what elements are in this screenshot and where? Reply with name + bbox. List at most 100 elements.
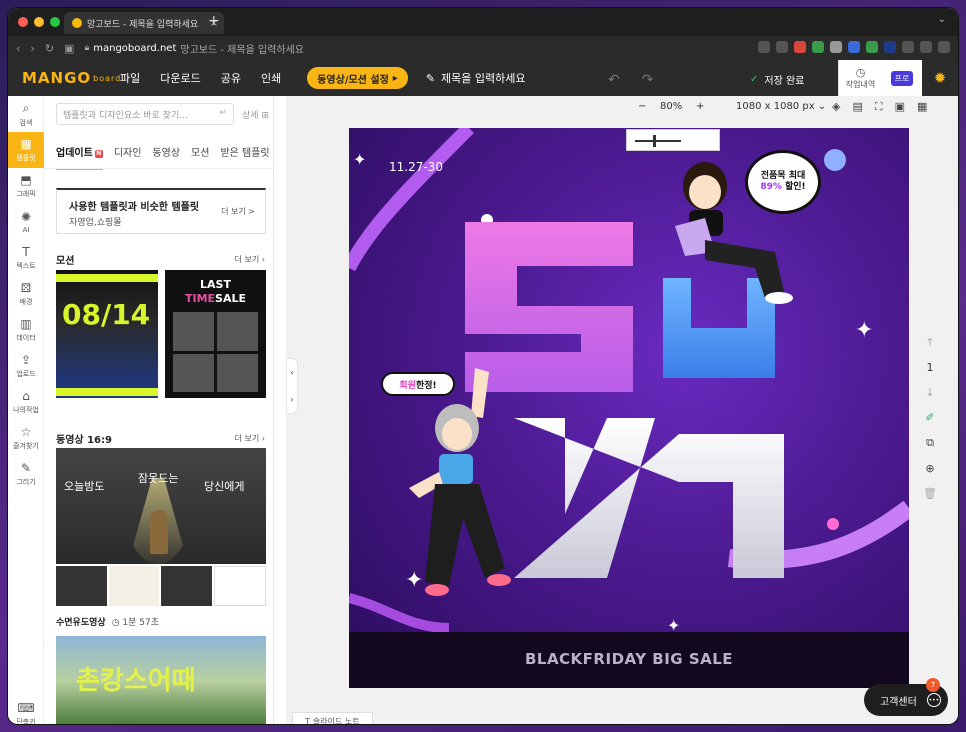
delete-page-icon[interactable]: 🗑︎ — [923, 487, 937, 500]
extension-icon[interactable] — [830, 41, 842, 53]
rail-item-ai[interactable]: ✺ AI — [8, 204, 44, 240]
reload-icon[interactable]: ↻ — [45, 42, 54, 55]
video-thumb-frame[interactable] — [213, 566, 266, 606]
video-more-label: 더 보기 — [234, 434, 260, 443]
extensions-puzzle-icon[interactable] — [902, 41, 914, 53]
rail-item-search[interactable]: ⌕ 검색 — [8, 96, 44, 132]
rail-item-label: 단축키 — [16, 718, 36, 724]
maximize-window-button[interactable] — [50, 17, 60, 27]
rail-item-graphic[interactable]: ⬒ 그래픽 — [8, 168, 44, 204]
tab-design[interactable]: 디자인 — [114, 144, 142, 170]
video-more-link[interactable]: 더 보기 › — [235, 433, 265, 444]
video-template-thumb[interactable]: 촌캉스어때 — [56, 636, 266, 724]
similar-subtitle: 자영업,쇼핑몰 — [69, 218, 122, 228]
undo-icon[interactable]: ↶ — [608, 72, 620, 88]
similar-templates-card[interactable]: 사용한 템플릿과 비슷한 템플릿 자영업,쇼핑몰 더 보기 > — [56, 188, 266, 234]
page-up-icon[interactable]: ↑ — [925, 336, 934, 349]
tab-menu-chevron-icon[interactable]: ⌄ — [938, 14, 946, 25]
notification-badge: 7 — [926, 678, 940, 692]
customer-center-button[interactable]: 고객센터 ••• 7 — [864, 678, 948, 716]
motion-template-thumb[interactable]: 08/14 — [56, 270, 158, 398]
new-tab-icon[interactable]: + — [208, 13, 220, 29]
video-thumb-frame[interactable] — [56, 566, 107, 606]
minimize-window-button[interactable] — [34, 17, 44, 27]
layers-icon[interactable]: ◈ — [832, 100, 840, 114]
document-title-field[interactable]: ✎ 제목을 입력하세요 — [426, 70, 526, 86]
tab-video[interactable]: 동영상 — [152, 144, 180, 170]
pages-grid-icon[interactable]: ▦ — [917, 100, 927, 114]
fit-screen-icon[interactable]: ⛶ — [875, 100, 883, 114]
rail-item-my-work[interactable]: ⌂ 나의작업 — [8, 384, 44, 420]
grid-view-icon[interactable]: ▣ — [895, 100, 905, 114]
menu-share[interactable]: 공유 — [221, 70, 241, 86]
enter-icon[interactable]: ↵ — [219, 108, 227, 118]
rail-item-upload[interactable]: ⇪ 업로드 — [8, 348, 44, 384]
search-placeholder: 템플릿과 디자인요소 바로 찾기... — [63, 110, 188, 121]
zoom-in-icon[interactable]: + — [696, 101, 704, 112]
ruler-icon[interactable]: ▤ — [852, 100, 862, 114]
pro-badge-button[interactable]: 프로 — [882, 60, 922, 96]
menu-print[interactable]: 인쇄 — [261, 70, 281, 86]
video-section-title: 동영상 16:9 — [56, 435, 112, 446]
zoom-slider-track[interactable] — [635, 140, 681, 142]
rail-item-text[interactable]: T 텍스트 — [8, 240, 44, 276]
similar-more-link[interactable]: 더 보기 > — [221, 206, 255, 217]
reader-icon[interactable]: ▣ — [64, 42, 74, 55]
motion-template-thumb[interactable]: LAST TIMESALE — [165, 270, 266, 398]
template-search-input[interactable]: 템플릿과 디자인요소 바로 찾기... ↵ — [56, 103, 234, 125]
rail-item-label: 텍스트 — [16, 262, 36, 270]
extension-icon[interactable] — [794, 41, 806, 53]
duplicate-page-icon[interactable]: ⧉ — [926, 436, 934, 450]
zoom-slider-handle[interactable] — [653, 135, 656, 147]
video-thumb-frame[interactable] — [108, 566, 159, 606]
mangoboard-logo[interactable]: MANGO board — [8, 60, 120, 96]
extension-icon[interactable] — [812, 41, 824, 53]
canvas-footer-band: BLACKFRIDAY BIG SALE — [349, 632, 909, 688]
video-template-thumb[interactable]: 오늘밤도 잠못드는 당신에게 — [56, 448, 266, 564]
design-canvas[interactable]: 11.27-30 ✦ ✦ ✦ ✦ 전품목 최대 89% 할인! 회원 한정! B… — [349, 128, 909, 688]
magic-wand-icon[interactable]: ✐ — [925, 411, 934, 424]
address-bar[interactable]: 🔒︎ mangoboard.net 망고보드 - 제목을 입력하세요 — [84, 41, 303, 56]
canvas-size-dropdown[interactable]: 1080 x 1080 px ⌄ — [736, 101, 826, 112]
rail-item-label: 즐겨찾기 — [13, 442, 39, 450]
tab-update[interactable]: 업데이트 N — [56, 144, 103, 170]
detail-search-link[interactable]: 상세 ⊞ — [242, 108, 269, 121]
text-icon: T — [22, 245, 30, 259]
video-motion-settings-button[interactable]: 동영상/모션 설정 ▸ — [307, 67, 408, 89]
star-icon[interactable] — [776, 41, 788, 53]
extension-icon[interactable] — [884, 41, 896, 53]
close-window-button[interactable] — [18, 17, 28, 27]
extension-icon[interactable] — [866, 41, 878, 53]
rail-item-shortcuts[interactable]: ⌨ 단축키 — [8, 696, 44, 724]
video-thumb-frame[interactable] — [161, 566, 212, 606]
add-page-icon[interactable]: ⊕ — [925, 462, 934, 475]
panel-collapse-handle[interactable]: ‹ › — [286, 358, 298, 414]
page-down-icon[interactable]: ↓ — [925, 386, 934, 399]
share-icon[interactable] — [758, 41, 770, 53]
rail-item-background[interactable]: ⚄ 배경 — [8, 276, 44, 312]
browser-tabbar: 망고보드 - 제목을 입력하세요 × + ⌄ — [8, 8, 958, 36]
download-icon[interactable] — [920, 41, 932, 53]
history-button[interactable]: ◷ 작업내역 — [838, 60, 882, 96]
slide-note-button[interactable]: T 슬라이드 노트 — [292, 712, 373, 724]
menu-file[interactable]: 파일 — [120, 70, 140, 86]
motion-more-link[interactable]: 더 보기 › — [235, 254, 265, 265]
menu-dots-icon[interactable] — [938, 41, 950, 53]
rail-item-data[interactable]: ▥ 데이터 — [8, 312, 44, 348]
forward-icon[interactable]: › — [30, 42, 34, 55]
rail-item-draw[interactable]: ✎ 그리기 — [8, 456, 44, 492]
back-icon[interactable]: ‹ — [16, 42, 20, 55]
tab-motion[interactable]: 모션 — [191, 144, 209, 170]
tab-title: 망고보드 - 제목을 입력하세요 — [87, 19, 199, 30]
menu-download[interactable]: 다운로드 — [160, 70, 200, 86]
chat-bubble-icon: ••• — [926, 693, 941, 707]
rail-item-template[interactable]: ▦ 템플릿 — [8, 132, 44, 168]
zoom-out-icon[interactable]: − — [638, 101, 646, 112]
tab-received-templates[interactable]: 받은 템플릿 — [220, 144, 269, 170]
browser-tab[interactable]: 망고보드 - 제목을 입력하세요 × — [64, 12, 224, 34]
zoom-value[interactable]: 80% — [660, 101, 682, 112]
rail-item-favorites[interactable]: ☆ 즐겨찾기 — [8, 420, 44, 456]
extension-icon[interactable] — [848, 41, 860, 53]
redo-icon[interactable]: ↷ — [642, 72, 654, 88]
gear-icon[interactable]: ✹ — [922, 60, 958, 96]
